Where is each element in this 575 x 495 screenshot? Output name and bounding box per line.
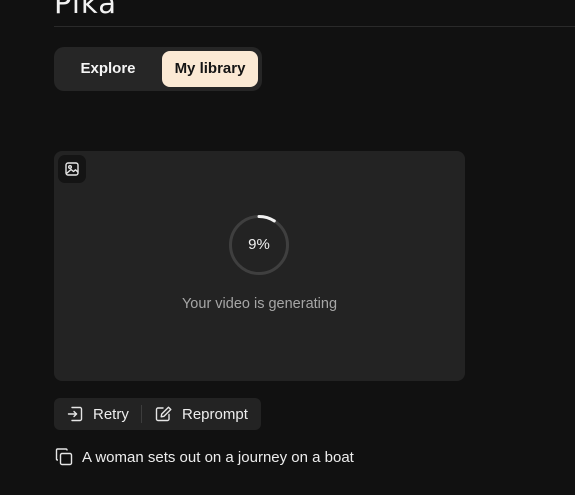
tab-explore[interactable]: Explore bbox=[60, 51, 156, 87]
retry-label: Retry bbox=[93, 405, 129, 423]
generation-progress: 9% bbox=[229, 215, 289, 275]
header-divider bbox=[54, 26, 575, 27]
pika-logo[interactable]: Pika bbox=[54, 0, 117, 20]
actions-separator bbox=[141, 405, 142, 423]
retry-icon bbox=[67, 406, 83, 422]
edit-icon bbox=[155, 406, 172, 422]
image-icon bbox=[65, 162, 79, 176]
generation-status-text: Your video is generating bbox=[181, 296, 338, 312]
copy-icon bbox=[55, 448, 73, 466]
progress-percent: 9% bbox=[248, 236, 270, 253]
video-generation-card: 9% Your video is generating bbox=[54, 151, 465, 381]
reprompt-label: Reprompt bbox=[182, 405, 248, 423]
prompt-text: A woman sets out on a journey on a boat bbox=[82, 448, 354, 466]
prompt-row: A woman sets out on a journey on a boat bbox=[54, 446, 354, 468]
page: Pika Explore My library 9% Your video is… bbox=[0, 0, 575, 495]
library-tabs: Explore My library bbox=[54, 47, 262, 91]
video-actions-bar: Retry Reprompt bbox=[54, 398, 261, 430]
copy-prompt-button[interactable] bbox=[54, 447, 74, 467]
retry-button[interactable]: Retry bbox=[66, 398, 129, 430]
reprompt-button[interactable]: Reprompt bbox=[154, 398, 248, 430]
image-button[interactable] bbox=[58, 155, 86, 183]
tab-my-library[interactable]: My library bbox=[162, 51, 258, 87]
